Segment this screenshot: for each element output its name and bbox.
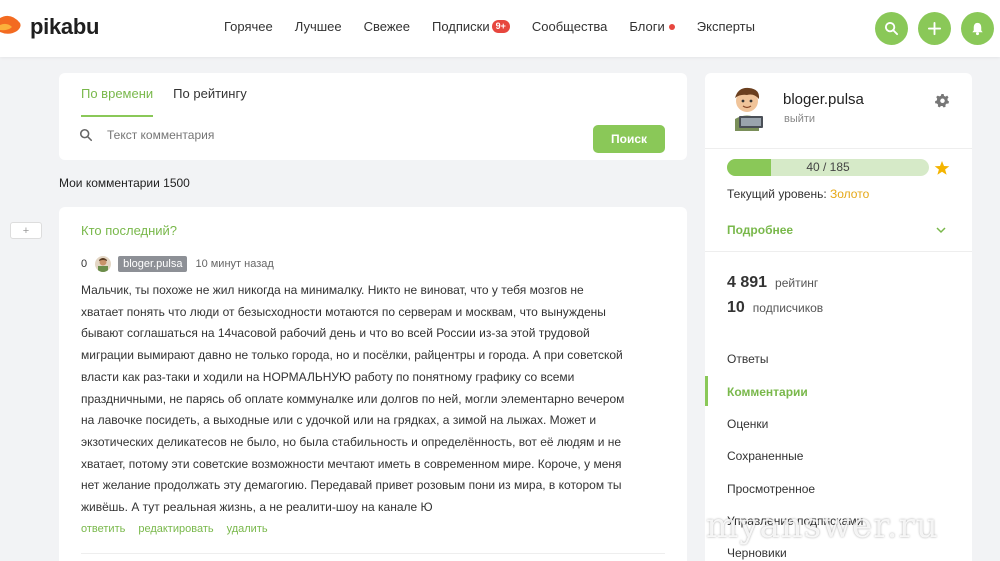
- comment-line: власти как раз-таки и ходили на НОРМАЛЬН…: [81, 369, 575, 384]
- sort-tabs: По времени По рейтингу: [81, 86, 247, 117]
- nav-communities-label: Сообщества: [531, 19, 608, 34]
- nav-best-label: Лучшее: [294, 19, 342, 34]
- nav-hot[interactable]: Горячее: [224, 19, 273, 34]
- gear-icon[interactable]: [935, 93, 950, 108]
- user-avatar[interactable]: [729, 85, 769, 131]
- top-header: pikabu Горячее Лучшее Свежее Подписки 9+ …: [0, 0, 1000, 57]
- subscribers-label: подписчиков: [752, 301, 824, 315]
- author-avatar[interactable]: [95, 256, 112, 272]
- progress-text: 40 / 185: [806, 160, 850, 174]
- comment-time[interactable]: 10 минут назад: [195, 258, 273, 270]
- comment-line: на лавочке посидеть, а выходные или с уд…: [81, 413, 597, 428]
- divider: [705, 148, 972, 149]
- nav-best[interactable]: Лучшее: [295, 19, 342, 34]
- search-row: [79, 128, 567, 142]
- menu-saved[interactable]: Сохраненные: [727, 449, 803, 463]
- profile-username[interactable]: bloger.pulsa: [783, 91, 864, 108]
- my-comments-count: Мои комментарии 1500: [59, 176, 190, 190]
- logout-link[interactable]: выйти: [784, 113, 815, 125]
- comment-body: Мальчик, ты похоже не жил никогда на мин…: [81, 280, 666, 519]
- current-level: Текущий уровень: Золото: [727, 187, 869, 201]
- header-add-post-button[interactable]: [918, 12, 951, 45]
- nav-experts-label: Эксперты: [696, 19, 755, 34]
- search-icon: [79, 128, 93, 142]
- comment-meta: 0 bloger.pulsa 10 минут назад: [81, 256, 274, 272]
- comment-line: миграции вымирают давно не только города…: [81, 348, 623, 363]
- subscribers-stat[interactable]: 10 подписчиков: [727, 299, 823, 317]
- comment-search-card: По времени По рейтингу Поиск: [59, 73, 687, 160]
- rating-label: рейтинг: [775, 276, 819, 290]
- plus-icon: [927, 21, 942, 36]
- menu-ratings[interactable]: Оценки: [727, 417, 768, 431]
- level-progress-bar: 40 / 185: [727, 159, 929, 176]
- comment-actions: ответить редактировать удалить: [81, 523, 268, 535]
- nav-experts[interactable]: Эксперты: [697, 19, 755, 34]
- header-search-button[interactable]: [875, 12, 908, 45]
- subscribers-value: 10: [727, 299, 745, 316]
- logo-text: pikabu: [30, 14, 100, 39]
- more-details-toggle[interactable]: Подробнее: [727, 223, 793, 237]
- menu-manage-subscriptions[interactable]: Управление подписками: [727, 514, 863, 528]
- chevron-down-icon[interactable]: [936, 225, 946, 235]
- header-notifications-button[interactable]: [961, 12, 994, 45]
- comment-line: хватает, потому эти советские возможност…: [81, 456, 622, 471]
- nav-subscriptions-label: Подписки: [432, 19, 490, 34]
- comment-line: бывают соглашаться на 14часовой рабочий …: [81, 326, 590, 341]
- main-nav: Горячее Лучшее Свежее Подписки 9+ Сообщес…: [224, 19, 777, 34]
- rating-stat: 4 891 рейтинг: [727, 274, 818, 292]
- bell-icon: [972, 22, 983, 36]
- nav-subscriptions[interactable]: Подписки 9+: [432, 19, 510, 34]
- divider: [705, 251, 972, 252]
- menu-viewed[interactable]: Просмотренное: [727, 482, 815, 496]
- menu-comments[interactable]: Комментарии: [727, 385, 808, 399]
- pikabu-logo-icon: [0, 14, 22, 40]
- comment-line: живёшь. А тут реальная жизнь, а не реали…: [81, 500, 433, 515]
- comment-author[interactable]: bloger.pulsa: [118, 256, 188, 272]
- divider: [81, 553, 665, 554]
- expand-button[interactable]: +: [10, 222, 42, 239]
- comment-line: праздничными, не парясь об оплате коммун…: [81, 391, 625, 406]
- comment-score: 0: [81, 258, 88, 270]
- search-icon: [884, 21, 899, 36]
- tab-by-time[interactable]: По времени: [81, 86, 154, 117]
- comment-card: Кто последний? 0 bloger.pulsa 10 минут н…: [59, 207, 687, 561]
- post-title-link[interactable]: Кто последний?: [81, 223, 177, 238]
- level-label: Текущий уровень:: [727, 187, 827, 201]
- pikabu-logo[interactable]: pikabu: [0, 14, 99, 40]
- nav-communities[interactable]: Сообщества: [532, 19, 608, 34]
- nav-blogs-label: Блоги: [629, 19, 665, 34]
- rating-value: 4 891: [727, 274, 768, 291]
- comment-line: хватает понять что люди от безысходности…: [81, 304, 606, 319]
- subscriptions-badge: 9+: [491, 20, 510, 33]
- comment-line: Мальчик, ты похоже не жил никогда на мин…: [81, 283, 584, 297]
- search-button[interactable]: Поиск: [593, 125, 665, 153]
- blogs-new-dot: [668, 23, 675, 30]
- comment-line: экзотических деликатесов не было, но был…: [81, 434, 622, 449]
- tab-by-rating[interactable]: По рейтингу: [173, 86, 247, 117]
- active-menu-indicator: [705, 376, 708, 406]
- reply-link[interactable]: ответить: [81, 523, 125, 535]
- comment-line: нет желание продолжать эту демагогию. Пе…: [81, 478, 622, 493]
- star-icon: [934, 161, 950, 175]
- profile-sidebar: bloger.pulsa выйти 40 / 185 Текущий уров…: [705, 73, 972, 561]
- delete-link[interactable]: удалить: [227, 523, 268, 535]
- nav-fresh-label: Свежее: [363, 19, 410, 34]
- comment-search-input[interactable]: [107, 128, 567, 142]
- menu-drafts[interactable]: Черновики: [727, 546, 787, 560]
- menu-answers[interactable]: Ответы: [727, 352, 768, 366]
- nav-hot-label: Горячее: [224, 19, 273, 34]
- level-value: Золото: [830, 187, 870, 201]
- nav-blogs[interactable]: Блоги: [629, 19, 675, 34]
- nav-fresh[interactable]: Свежее: [364, 19, 410, 34]
- edit-link[interactable]: редактировать: [138, 523, 213, 535]
